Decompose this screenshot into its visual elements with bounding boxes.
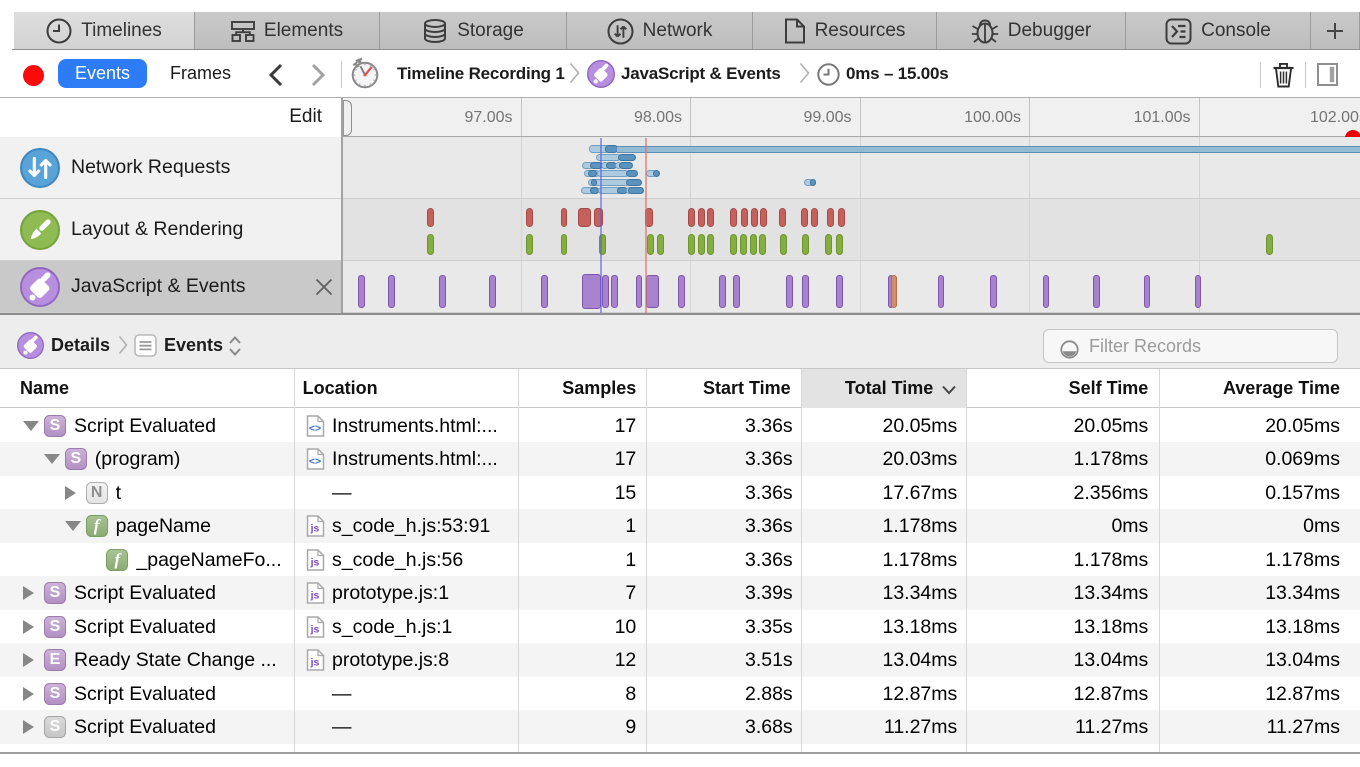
- svg-text:js: js: [310, 657, 320, 669]
- svg-text:<>: <>: [309, 422, 321, 434]
- svg-text:js: js: [310, 623, 320, 635]
- svg-text:js: js: [310, 523, 320, 535]
- svg-text:js: js: [310, 590, 320, 602]
- svg-text:js: js: [310, 556, 320, 568]
- svg-text:<>: <>: [309, 456, 321, 468]
